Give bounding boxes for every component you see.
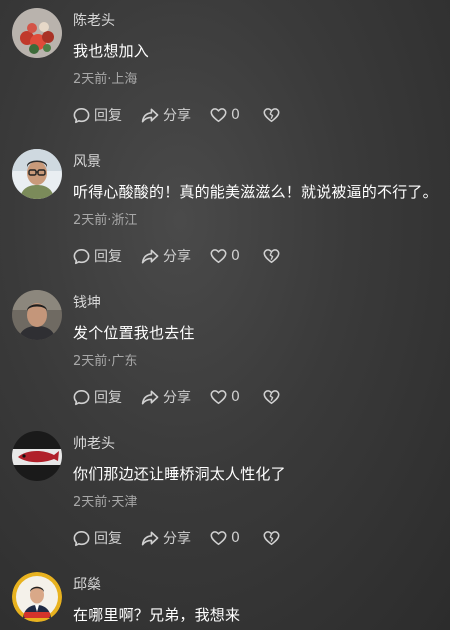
comment-meta: 2天前·浙江 xyxy=(73,213,138,228)
avatar[interactable] xyxy=(12,149,62,199)
comment-meta: 2天前·上海 xyxy=(73,72,138,87)
reply-label: 回复 xyxy=(94,108,122,124)
reply-button[interactable]: 回复 xyxy=(72,387,122,407)
reply-label: 回复 xyxy=(94,390,122,406)
heart-icon xyxy=(210,249,227,264)
heart-icon xyxy=(210,531,227,546)
like-count: 0 xyxy=(231,389,240,405)
share-button[interactable]: 分享 xyxy=(140,246,191,266)
comment-text: 在哪里啊？兄弟，我想来 xyxy=(73,606,241,624)
reply-label: 回复 xyxy=(94,531,122,547)
broken-heart-icon xyxy=(263,108,280,123)
comment-actions: 回复 分享 0 xyxy=(72,527,299,549)
comment-item: 陈老头 我也想加入 2天前·上海 回复 分享 0 xyxy=(0,0,450,141)
dislike-button[interactable] xyxy=(262,388,281,406)
comment-meta: 2天前·天津 xyxy=(73,495,138,510)
dislike-button[interactable] xyxy=(262,106,281,124)
comment-item: 邱燊 在哪里啊？兄弟，我想来 xyxy=(0,564,450,630)
comment-text: 听得心酸酸的！真的能美滋滋么！就说被逼的不行了。 xyxy=(73,183,438,201)
comment-item: 钱坤 发个位置我也去住 2天前·广东 回复 分享 0 xyxy=(0,282,450,423)
like-button[interactable]: 0 xyxy=(209,247,240,265)
broken-heart-icon xyxy=(263,390,280,405)
reply-icon xyxy=(73,389,90,405)
comment-text: 你们那边还让睡桥洞太人性化了 xyxy=(73,465,286,483)
comment-text: 我也想加入 xyxy=(73,42,150,60)
username[interactable]: 帅老头 xyxy=(73,433,115,453)
share-icon xyxy=(141,531,159,545)
comment-actions: 回复 分享 0 xyxy=(72,104,299,126)
reply-icon xyxy=(73,248,90,264)
avatar[interactable] xyxy=(12,8,62,58)
comment-meta: 2天前·广东 xyxy=(73,354,138,369)
share-button[interactable]: 分享 xyxy=(140,528,191,548)
comment-item: 风景 听得心酸酸的！真的能美滋滋么！就说被逼的不行了。 2天前·浙江 回复 分享… xyxy=(0,141,450,282)
avatar[interactable] xyxy=(12,431,62,481)
username[interactable]: 风景 xyxy=(73,151,101,171)
like-button[interactable]: 0 xyxy=(209,529,240,547)
share-label: 分享 xyxy=(163,390,191,406)
username[interactable]: 邱燊 xyxy=(73,574,101,594)
heart-icon xyxy=(210,390,227,405)
avatar[interactable] xyxy=(12,572,62,622)
share-label: 分享 xyxy=(163,531,191,547)
like-count: 0 xyxy=(231,248,240,264)
like-button[interactable]: 0 xyxy=(209,388,240,406)
share-label: 分享 xyxy=(163,108,191,124)
share-button[interactable]: 分享 xyxy=(140,387,191,407)
comment-actions: 回复 分享 0 xyxy=(72,245,299,267)
dislike-button[interactable] xyxy=(262,529,281,547)
reply-icon xyxy=(73,530,90,546)
like-count: 0 xyxy=(231,530,240,546)
like-button[interactable]: 0 xyxy=(209,106,240,124)
avatar[interactable] xyxy=(12,290,62,340)
like-count: 0 xyxy=(231,107,240,123)
comment-actions: 回复 分享 0 xyxy=(72,386,299,408)
comment-item: 帅老头 你们那边还让睡桥洞太人性化了 2天前·天津 回复 分享 0 xyxy=(0,423,450,564)
share-icon xyxy=(141,390,159,404)
share-button[interactable]: 分享 xyxy=(140,105,191,125)
reply-button[interactable]: 回复 xyxy=(72,105,122,125)
share-icon xyxy=(141,249,159,263)
reply-button[interactable]: 回复 xyxy=(72,246,122,266)
comment-text: 发个位置我也去住 xyxy=(73,324,195,342)
heart-icon xyxy=(210,108,227,123)
reply-icon xyxy=(73,107,90,123)
share-label: 分享 xyxy=(163,249,191,265)
broken-heart-icon xyxy=(263,249,280,264)
reply-label: 回复 xyxy=(94,249,122,265)
username[interactable]: 钱坤 xyxy=(73,292,101,312)
share-icon xyxy=(141,108,159,122)
reply-button[interactable]: 回复 xyxy=(72,528,122,548)
username[interactable]: 陈老头 xyxy=(73,10,115,30)
dislike-button[interactable] xyxy=(262,247,281,265)
broken-heart-icon xyxy=(263,531,280,546)
